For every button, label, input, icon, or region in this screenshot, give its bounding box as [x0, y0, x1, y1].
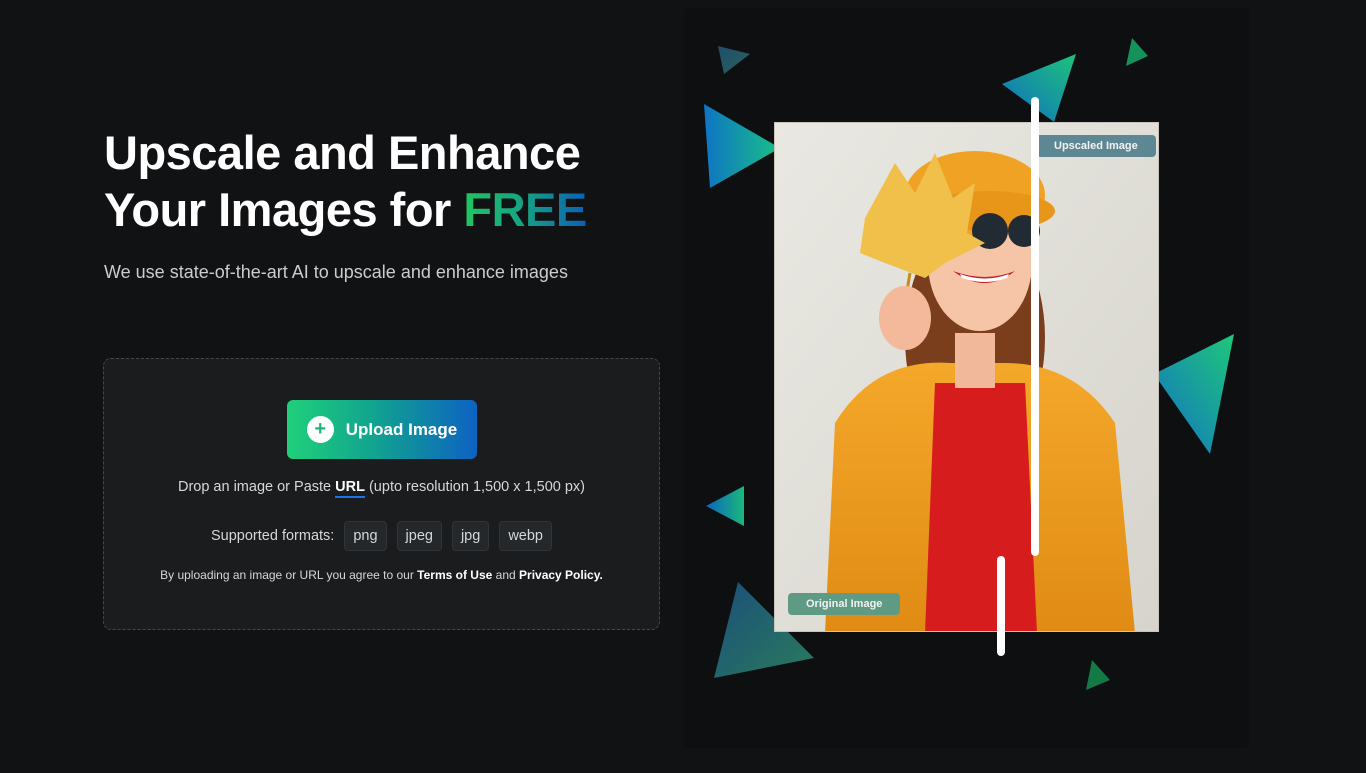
upload-button-label: Upload Image	[345, 419, 458, 439]
format-chip-jpg: jpg	[451, 521, 490, 551]
drop-instructions: Drop an image or Paste URL (upto resolut…	[104, 479, 659, 498]
format-chip-png: png	[344, 521, 387, 551]
terms-and: and	[492, 568, 520, 582]
privacy-policy-link[interactable]: Privacy Policy.	[519, 568, 603, 582]
terms-notice: By uploading an image or URL you agree t…	[104, 568, 659, 582]
drop-suffix: (upto resolution 1,500 x 1,500 px)	[364, 479, 586, 495]
upload-dropzone[interactable]: + Upload Image Drop an image or Paste UR…	[103, 358, 660, 630]
decor-triangle-icon	[1154, 334, 1234, 454]
format-chip-jpeg: jpeg	[396, 521, 442, 551]
decor-triangle-icon	[1086, 660, 1110, 690]
hero-title-free: FREE	[463, 183, 587, 236]
comparison-image[interactable]: Upscaled Image Original Image	[774, 122, 1159, 632]
upload-image-button[interactable]: + Upload Image	[287, 400, 477, 459]
decor-triangle-icon	[718, 46, 750, 74]
decor-triangle-icon	[1002, 54, 1076, 122]
comparison-slider-handle-bottom[interactable]	[997, 556, 1005, 656]
upscaled-image-label: Upscaled Image	[1036, 135, 1156, 157]
paste-url-link[interactable]: URL	[335, 479, 365, 498]
drop-prefix: Drop an image or Paste	[177, 479, 336, 495]
decor-triangle-icon	[706, 486, 744, 526]
hero-title-line1: Upscale and Enhance	[104, 126, 581, 179]
decor-triangle-icon	[1126, 38, 1148, 66]
decor-triangle-icon	[704, 104, 780, 188]
format-chip-webp: webp	[499, 521, 552, 551]
supported-formats: Supported formats: png jpeg jpg webp	[104, 521, 659, 551]
plus-icon: +	[306, 416, 334, 443]
woman-photo-illustration	[775, 123, 1158, 631]
formats-label: Supported formats:	[211, 528, 335, 544]
terms-prefix: By uploading an image or URL you agree t…	[160, 568, 418, 582]
terms-of-use-link[interactable]: Terms of Use	[417, 568, 492, 582]
hero-title: Upscale and Enhance Your Images for FREE	[104, 124, 587, 238]
comparison-slider-handle-top[interactable]	[1031, 97, 1039, 556]
hero-title-line2: Your Images for	[104, 183, 464, 236]
original-image-label: Original Image	[788, 593, 901, 615]
hero-subtitle: We use state-of-the-art AI to upscale an…	[104, 262, 568, 282]
